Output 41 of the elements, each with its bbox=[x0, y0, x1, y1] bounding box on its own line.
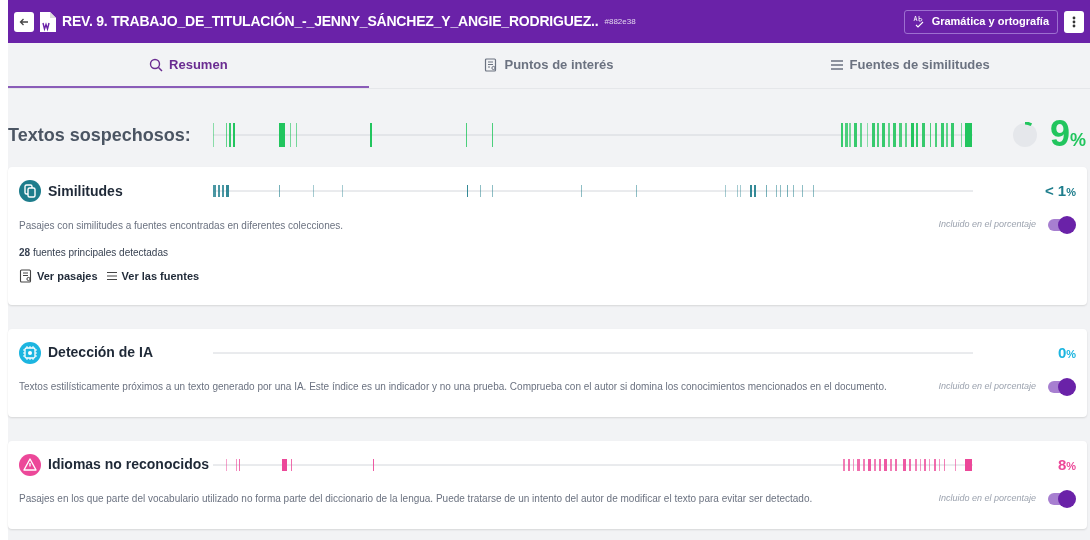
document-id: #882e38 bbox=[604, 15, 636, 28]
tab[interactable]: Puntos de interés bbox=[368, 43, 730, 88]
view-sources-link[interactable]: Ver las fuentes bbox=[105, 268, 200, 285]
view-passages-link[interactable]: Ver pasajes bbox=[19, 268, 98, 285]
section-percentage: < 1% bbox=[1044, 181, 1076, 201]
warning-icon bbox=[19, 453, 41, 476]
section-percentage: 8% bbox=[1057, 454, 1076, 475]
section-title: Similitudes bbox=[48, 181, 123, 201]
sources-count: 28 fuentes principales detectadas bbox=[19, 246, 169, 260]
document-search-icon bbox=[484, 57, 499, 72]
word-file-icon bbox=[40, 10, 56, 33]
toggle-label: Incluido en el porcentaje bbox=[938, 379, 1036, 393]
list-icon bbox=[105, 270, 118, 283]
tab[interactable]: Resumen bbox=[8, 43, 369, 88]
spellcheck-icon bbox=[912, 15, 926, 28]
section-title: Detección de IA bbox=[48, 343, 154, 362]
section-percentage: 0% bbox=[1057, 342, 1076, 363]
chip-icon bbox=[19, 341, 41, 364]
section-description: Pasajes en los que parte del vocabulario utilizado no forma parte del diccionario de la lengua. Puede tratarse de un intento del autor de modificar el texto para evitar ser detectado. bbox=[19, 492, 814, 506]
search-icon bbox=[149, 57, 164, 72]
suspicious-texts-label: Textos sospechosos: bbox=[8, 123, 192, 147]
copy-icon bbox=[19, 180, 41, 202]
include-toggle[interactable] bbox=[1048, 215, 1076, 235]
score-ring-icon bbox=[1011, 122, 1038, 148]
include-toggle[interactable] bbox=[1048, 376, 1076, 397]
section-description: Pasajes con similitudes a fuentes encontradas en diferentes colecciones. bbox=[19, 218, 345, 233]
grammar-button[interactable]: Gramática y ortografía bbox=[903, 9, 1058, 34]
more-options-button[interactable] bbox=[1064, 10, 1084, 33]
tab[interactable]: Fuentes de similitudes bbox=[729, 43, 1090, 88]
toggle-label: Incluido en el porcentaje bbox=[938, 218, 1036, 232]
include-toggle[interactable] bbox=[1048, 488, 1076, 509]
back-arrow-icon bbox=[19, 16, 29, 27]
toggle-label: Incluido en el porcentaje bbox=[938, 491, 1036, 505]
back-button[interactable] bbox=[14, 11, 34, 32]
section-description: Textos estilísticamente próximos a un texto generado por una IA. Este índice es un indicador y no una prueba. Comprueba con el autor si domina los conocimientos mencionados en el documento. bbox=[19, 380, 888, 394]
document-title: REV. 9. TRABAJO_DE_TITULACIÓN_-_JENNY_SÁNCHEZ_Y_ANGIE_RODRIGUEZ.. bbox=[62, 11, 599, 31]
suspicious-percentage: 9% bbox=[1049, 116, 1086, 154]
document-search-icon bbox=[19, 269, 33, 284]
more-icon bbox=[1072, 15, 1076, 28]
section-title: Idiomas no reconocidos bbox=[48, 455, 210, 474]
list-icon bbox=[829, 57, 844, 72]
